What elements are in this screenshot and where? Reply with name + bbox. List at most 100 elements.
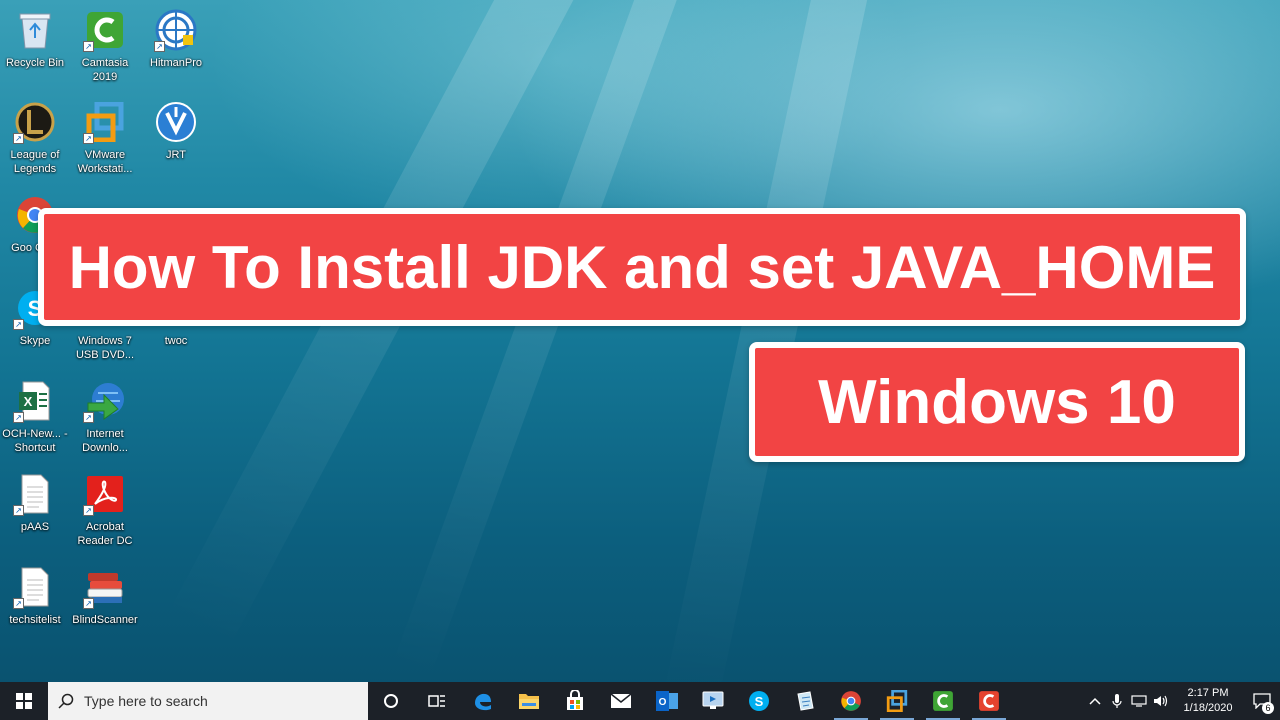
- taskbar-app-remote-desktop[interactable]: [690, 682, 736, 720]
- excel-icon: X ↗: [13, 379, 57, 423]
- remote-desktop-icon: [702, 691, 724, 709]
- desktop-icon-hitmanpro[interactable]: ↗ HitmanPro: [141, 4, 211, 92]
- desktop-icon-label: VMware Workstati...: [77, 149, 133, 175]
- taskbar-app-edge[interactable]: [460, 682, 506, 720]
- desktop-icon-internet-download-manager[interactable]: ↗ Internet Downlo...: [70, 375, 140, 463]
- vmware-icon: [886, 690, 908, 712]
- desktop-icon-label: Skype: [19, 335, 51, 347]
- recycle-bin-icon: [13, 8, 57, 52]
- desktop-icon-label: HitmanPro: [150, 57, 202, 69]
- desktop-icon-label: OCH-New... - Shortcut: [2, 428, 68, 454]
- outlook-icon: O: [656, 691, 678, 711]
- taskbar-app-notepad[interactable]: [782, 682, 828, 720]
- desktop-icon-label: BlindScanner: [72, 614, 138, 626]
- microphone-icon[interactable]: [1106, 682, 1128, 720]
- clock-time: 2:17 PM: [1187, 687, 1229, 699]
- svg-text:S: S: [755, 694, 764, 709]
- desktop-icon-label: twoc: [164, 335, 188, 347]
- shortcut-arrow-icon: ↗: [83, 505, 94, 516]
- edge-icon: [475, 693, 491, 711]
- desktop-icon-label: JRT: [166, 149, 186, 161]
- notepad-icon: [797, 691, 814, 711]
- camtasia-recorder-icon: [979, 691, 999, 711]
- acrobat-icon: ↗: [83, 472, 127, 516]
- shortcut-arrow-icon: ↗: [13, 133, 24, 144]
- desktop-icon-label: Camtasia 2019: [81, 57, 129, 83]
- shortcut-arrow-icon: ↗: [83, 133, 94, 144]
- desktop-icon-paas[interactable]: ↗ pAAS: [0, 468, 70, 556]
- file-explorer-icon: [519, 694, 539, 709]
- desktop-icon-league-of-legends[interactable]: ↗ League of Legends: [0, 96, 70, 184]
- taskbar-app-vmware[interactable]: [874, 682, 920, 720]
- league-of-legends-icon: ↗: [13, 100, 57, 144]
- desktop-icon-blindscanner[interactable]: ↗ BlindScanner: [70, 561, 140, 649]
- taskbar-app-store[interactable]: [552, 682, 598, 720]
- taskbar-app-file-explorer[interactable]: [506, 682, 552, 720]
- desktop-icon-recycle-bin[interactable]: Recycle Bin: [0, 4, 70, 92]
- taskbar-app-skype[interactable]: S: [736, 682, 782, 720]
- skype-icon: S: [749, 691, 769, 711]
- desktop-icon-label: Internet Downlo...: [82, 428, 128, 454]
- taskbar-app-outlook[interactable]: O: [644, 682, 690, 720]
- document-icon: ↗: [13, 472, 57, 516]
- mail-icon: [610, 693, 632, 708]
- taskbar-search-box[interactable]: [48, 682, 368, 720]
- taskbar-clock[interactable]: 2:17 PM 1/18/2020: [1176, 686, 1240, 716]
- camtasia-icon: [933, 691, 953, 711]
- desktop-icon-vmware[interactable]: ↗ VMware Workstati...: [70, 96, 140, 184]
- camtasia-icon: ↗: [83, 8, 127, 52]
- desktop-icon-jrt[interactable]: JRT: [141, 96, 211, 184]
- network-icon[interactable]: [1128, 682, 1150, 720]
- video-title-text: How To Install JDK and set JAVA_HOME: [68, 233, 1216, 301]
- desktop-icon-excel-shortcut[interactable]: X ↗ OCH-New... - Shortcut: [0, 375, 70, 463]
- internet-download-manager-icon: ↗: [83, 379, 127, 423]
- shortcut-arrow-icon: ↗: [83, 41, 94, 52]
- desktop-icon-camtasia[interactable]: ↗ Camtasia 2019: [70, 4, 140, 92]
- store-icon: [567, 690, 583, 710]
- search-input[interactable]: [84, 693, 344, 709]
- vmware-icon: ↗: [83, 100, 127, 144]
- shortcut-arrow-icon: ↗: [13, 505, 24, 516]
- svg-text:X: X: [24, 394, 33, 409]
- clock-date: 1/18/2020: [1183, 702, 1233, 714]
- taskbar-app-camtasia-recorder[interactable]: [966, 682, 1012, 720]
- video-title-banner: How To Install JDK and set JAVA_HOME: [38, 208, 1246, 326]
- desktop-icon-techsitelist[interactable]: ↗ techsitelist: [0, 561, 70, 649]
- desktop-icon-label: Windows 7 USB DVD...: [75, 335, 135, 361]
- shortcut-arrow-icon: ↗: [13, 598, 24, 609]
- windows-logo-icon: [16, 693, 32, 709]
- video-subtitle-banner: Windows 10: [749, 342, 1245, 462]
- shortcut-arrow-icon: ↗: [83, 598, 94, 609]
- hitmanpro-icon: ↗: [154, 8, 198, 52]
- desktop-icon-label: pAAS: [20, 521, 50, 533]
- taskbar: O S 2:17 PM 1/18/2020: [0, 682, 1280, 720]
- notification-count-badge: 6: [1262, 702, 1274, 714]
- taskbar-app-mail[interactable]: [598, 682, 644, 720]
- chrome-icon: [841, 691, 861, 711]
- document-icon: ↗: [13, 565, 57, 609]
- volume-icon[interactable]: [1150, 682, 1172, 720]
- system-tray: 2:17 PM 1/18/2020 6: [1084, 682, 1280, 720]
- action-center-button[interactable]: 6: [1244, 682, 1280, 720]
- light-ray: [391, 0, 689, 682]
- shortcut-arrow-icon: ↗: [13, 319, 24, 330]
- desktop-icon-acrobat[interactable]: ↗ Acrobat Reader DC: [70, 468, 140, 556]
- desktop-icon-label: Recycle Bin: [5, 57, 65, 69]
- start-button[interactable]: [0, 682, 48, 720]
- taskbar-app-camtasia[interactable]: [920, 682, 966, 720]
- task-view-icon: [428, 695, 445, 707]
- cortana-button[interactable]: [368, 682, 414, 720]
- shortcut-arrow-icon: ↗: [83, 412, 94, 423]
- search-icon: [58, 693, 74, 709]
- desktop-icon-label: Acrobat Reader DC: [77, 521, 133, 547]
- desktop-icon-label: League of Legends: [10, 149, 60, 175]
- task-view-button[interactable]: [414, 682, 460, 720]
- svg-text:O: O: [659, 697, 667, 708]
- jrt-icon: [154, 100, 198, 144]
- show-hidden-icons-chevron-up-icon[interactable]: [1084, 682, 1106, 720]
- shortcut-arrow-icon: ↗: [154, 41, 165, 52]
- taskbar-app-chrome[interactable]: [828, 682, 874, 720]
- blindscanner-icon: ↗: [83, 565, 127, 609]
- desktop-icon-label: techsitelist: [9, 614, 61, 626]
- cortana-icon: [384, 694, 398, 708]
